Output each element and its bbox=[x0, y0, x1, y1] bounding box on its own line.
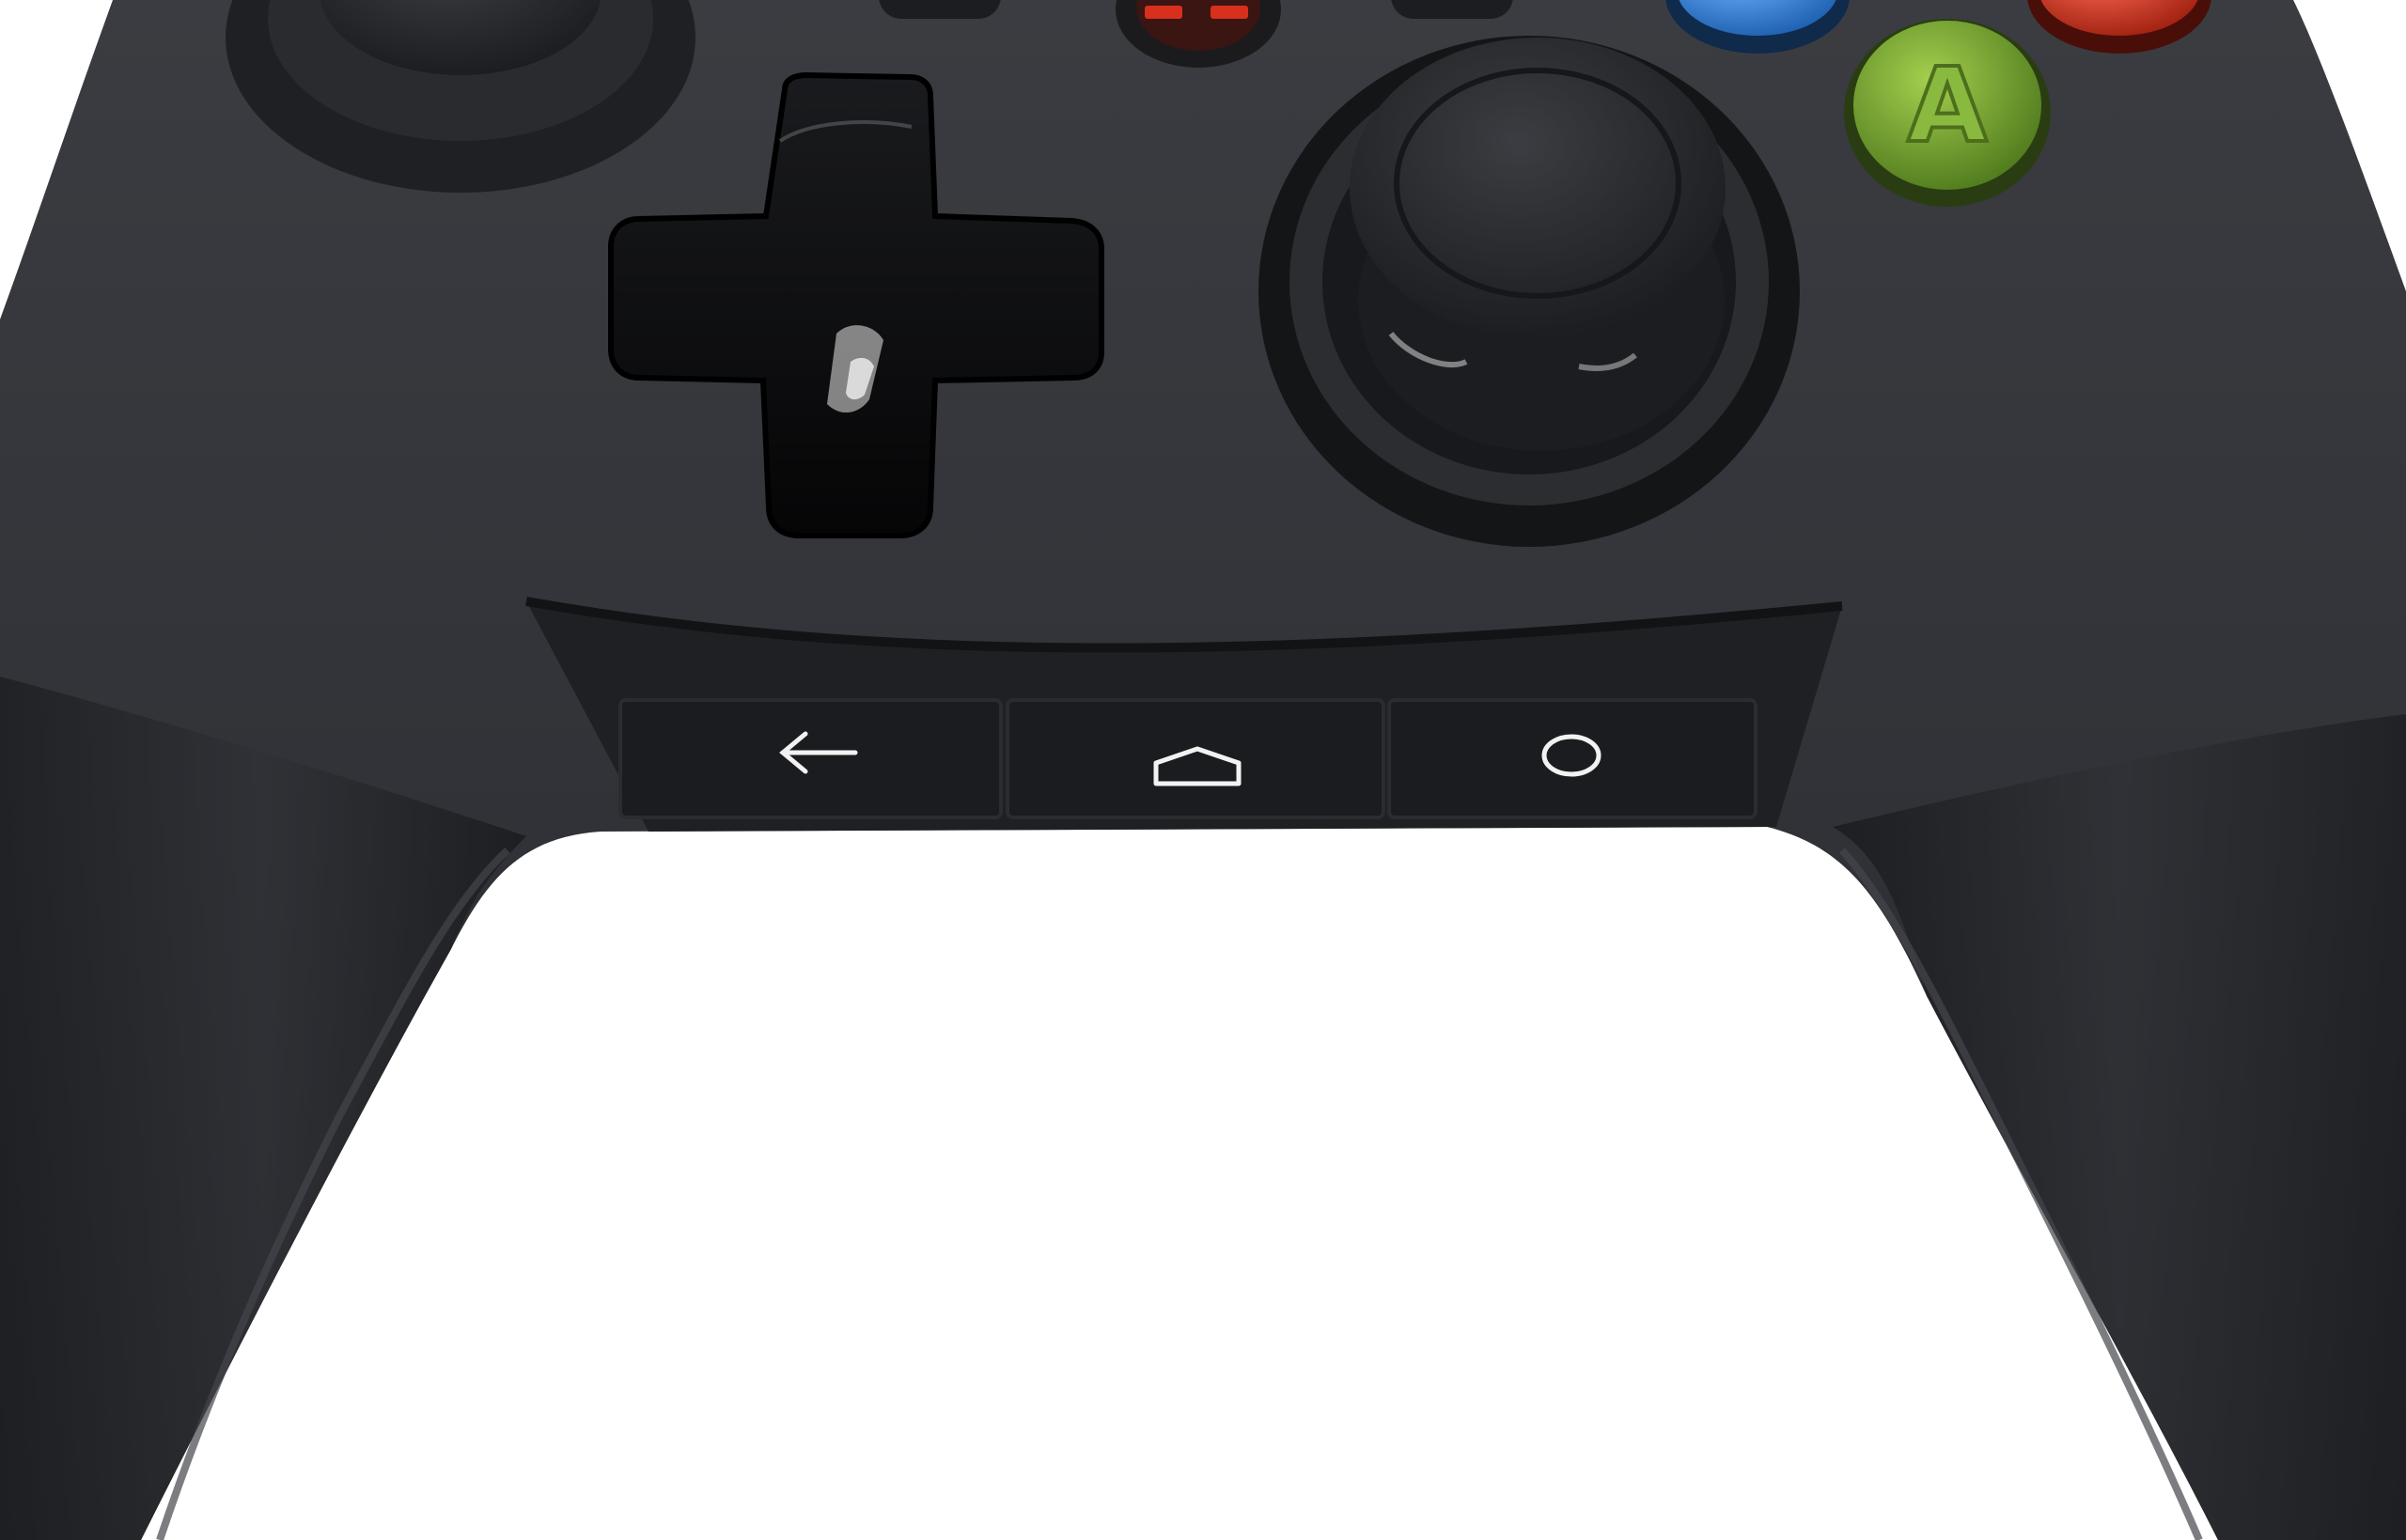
back-button[interactable] bbox=[618, 698, 1003, 819]
a-button-letter: A bbox=[1907, 45, 1987, 165]
controller-photo: A bbox=[0, 0, 2406, 1540]
right-joystick[interactable] bbox=[1258, 36, 1800, 547]
gamepad: A bbox=[0, 0, 2406, 1540]
menu-button[interactable] bbox=[1391, 0, 1513, 19]
right-grip bbox=[1833, 714, 2406, 1540]
recents-button[interactable] bbox=[1387, 698, 1758, 819]
a-button[interactable]: A bbox=[1844, 19, 2051, 207]
home-button[interactable] bbox=[1006, 698, 1385, 819]
view-button[interactable] bbox=[879, 0, 1001, 19]
